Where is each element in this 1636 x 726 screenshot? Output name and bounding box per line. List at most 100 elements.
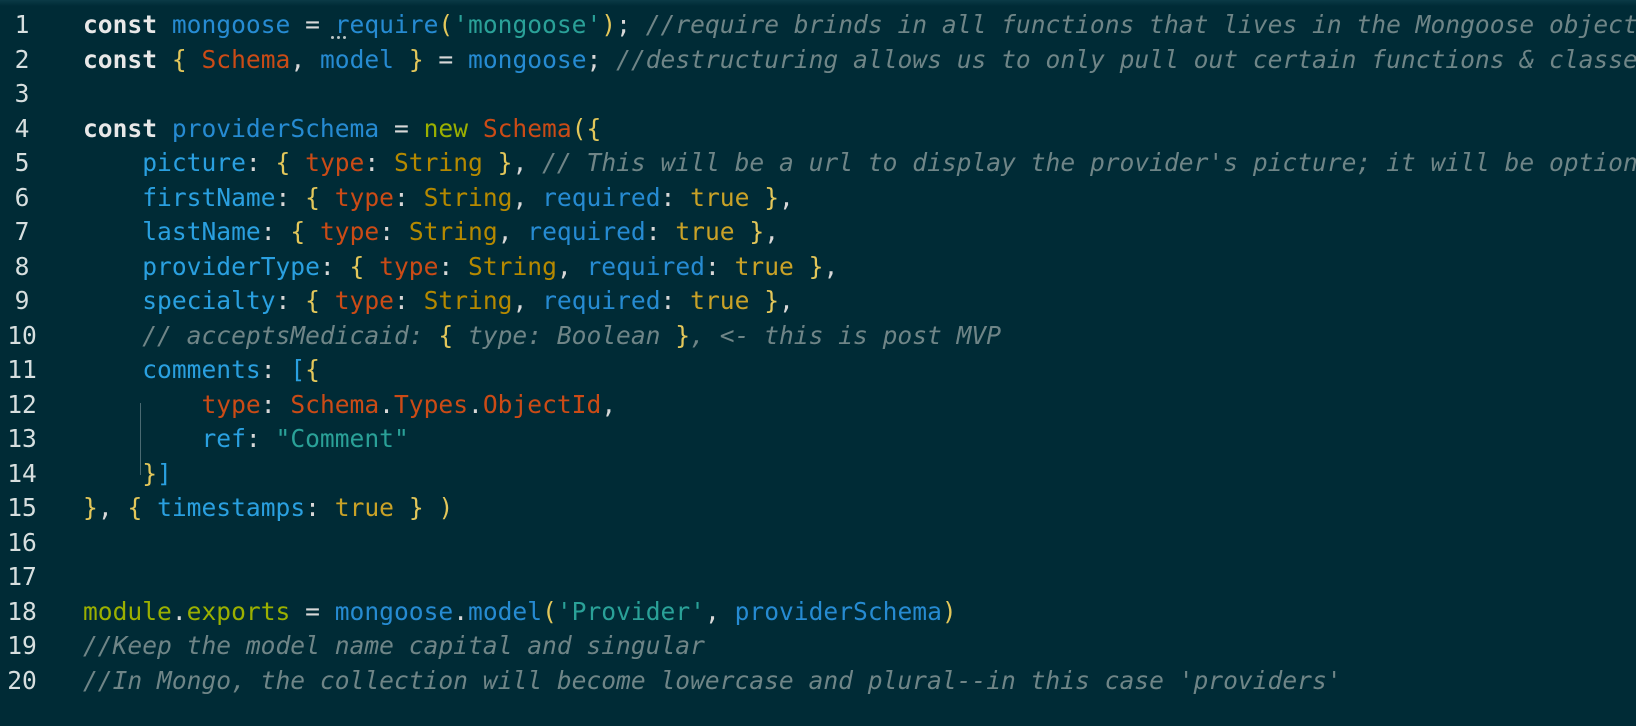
code-line[interactable]: 14 }] xyxy=(0,456,1636,492)
token: model xyxy=(468,596,543,626)
code-line[interactable]: 9 specialty: { type: String, required: t… xyxy=(0,283,1636,319)
token: , xyxy=(512,286,543,315)
token: mongoose xyxy=(334,596,454,626)
code-line[interactable]: 13 ref: "Comment" xyxy=(0,421,1636,457)
token: ObjectId xyxy=(482,389,602,419)
token: , <- this is post MVP xyxy=(690,320,1002,350)
token: //destructuring allows us to only pull o… xyxy=(616,44,1636,74)
token: require xyxy=(334,10,439,39)
line-code: }] xyxy=(83,456,172,492)
token: true xyxy=(334,493,394,522)
token: , xyxy=(764,217,780,246)
code-line[interactable]: 18 module.exports = mongoose.model('Provi… xyxy=(0,594,1636,630)
token: providerSchema xyxy=(171,113,380,143)
code-line[interactable]: 3 xyxy=(0,76,1636,112)
token: , xyxy=(497,217,528,246)
code-line[interactable]: 2 const { Schema, model } = mongoose; //d… xyxy=(0,42,1636,78)
token: { xyxy=(127,493,143,522)
line-code: // acceptsMedicaid: { type: Boolean }, <… xyxy=(83,318,1001,354)
line-number: 14 xyxy=(7,458,37,488)
token: : xyxy=(704,251,735,281)
line-code: lastName: { type: String, required: true… xyxy=(83,214,779,250)
token: Schema xyxy=(201,44,291,74)
token: providerSchema xyxy=(734,596,942,626)
token: true xyxy=(690,182,750,212)
token: { xyxy=(586,113,602,143)
token: : xyxy=(260,217,291,246)
token: , xyxy=(556,251,587,281)
token: type xyxy=(334,286,394,315)
line-number: 10 xyxy=(7,320,37,350)
token: ( xyxy=(571,113,587,143)
token: } xyxy=(83,493,98,522)
token: = xyxy=(290,596,335,626)
code-editor[interactable]: 1 const mongoose = require('mongoose'); /… xyxy=(0,0,1636,726)
token: type xyxy=(319,217,380,246)
code-line[interactable]: 6 firstName: { type: String, required: t… xyxy=(0,180,1636,216)
token: new xyxy=(423,113,468,143)
hint-dots-icon[interactable] xyxy=(331,36,349,40)
token: : xyxy=(364,148,394,177)
token: : xyxy=(260,355,291,384)
code-line[interactable]: 10 // acceptsMedicaid: { type: Boolean }… xyxy=(0,318,1636,354)
token: timestamps xyxy=(157,493,306,522)
code-line[interactable]: 11 comments: [{ xyxy=(0,352,1636,388)
line-number: 9 xyxy=(14,286,30,315)
line-number: 20 xyxy=(7,665,37,695)
code-line[interactable]: 15}, { timestamps: true } ) xyxy=(0,490,1636,526)
token: } xyxy=(764,286,780,315)
code-line[interactable]: 19 //Keep the model name capital and sing… xyxy=(0,628,1636,664)
line-number: 16 xyxy=(7,527,37,557)
token: } xyxy=(142,458,158,488)
code-line[interactable]: 8 providerType: { type: String, required… xyxy=(0,249,1636,285)
token: } xyxy=(408,44,424,74)
token: : xyxy=(379,217,409,246)
token: //In Mongo, the collection will become l… xyxy=(83,665,1342,695)
token: = xyxy=(290,10,335,39)
line-code: type: Schema.Types.ObjectId, xyxy=(83,387,616,423)
token: module xyxy=(83,596,172,626)
code-line[interactable]: 16 xyxy=(0,525,1636,561)
token: picture xyxy=(142,148,246,177)
token: required xyxy=(542,182,661,212)
token: type xyxy=(305,148,365,177)
token: { xyxy=(275,148,291,177)
line-number: 7 xyxy=(14,217,30,246)
code-line[interactable]: 7 lastName: { type: String, required: tr… xyxy=(0,214,1636,250)
code-line[interactable]: 12 type: Schema.Types.ObjectId, xyxy=(0,387,1636,423)
code-line[interactable]: 5 picture: { type: String }, // This wil… xyxy=(0,145,1636,181)
line-code: const providerSchema = new Schema({ xyxy=(83,111,601,147)
token: String xyxy=(423,182,513,212)
token: ) xyxy=(941,596,957,626)
line-number: 5 xyxy=(14,148,30,177)
line-code: module.exports = mongoose.model('Provide… xyxy=(83,594,957,630)
token: firstName xyxy=(142,182,276,212)
line-code: comments: [{ xyxy=(83,352,320,388)
token: : xyxy=(275,286,306,315)
line-number: 15 xyxy=(7,493,37,522)
code-line[interactable]: 20 //In Mongo, the collection will become… xyxy=(0,663,1636,699)
token: const xyxy=(83,44,158,74)
token: : xyxy=(393,286,424,315)
token: : xyxy=(438,251,469,281)
token: : xyxy=(245,148,276,177)
code-line[interactable]: 17 xyxy=(0,559,1636,595)
token: Schema xyxy=(482,113,572,143)
code-line[interactable]: 1 const mongoose = require('mongoose'); /… xyxy=(0,7,1636,43)
line-code: providerType: { type: String, required: … xyxy=(83,249,838,285)
code-line[interactable]: 4 const providerSchema = new Schema({ xyxy=(0,111,1636,147)
indent-guide xyxy=(140,403,141,475)
scroll-shadow xyxy=(0,0,1636,6)
